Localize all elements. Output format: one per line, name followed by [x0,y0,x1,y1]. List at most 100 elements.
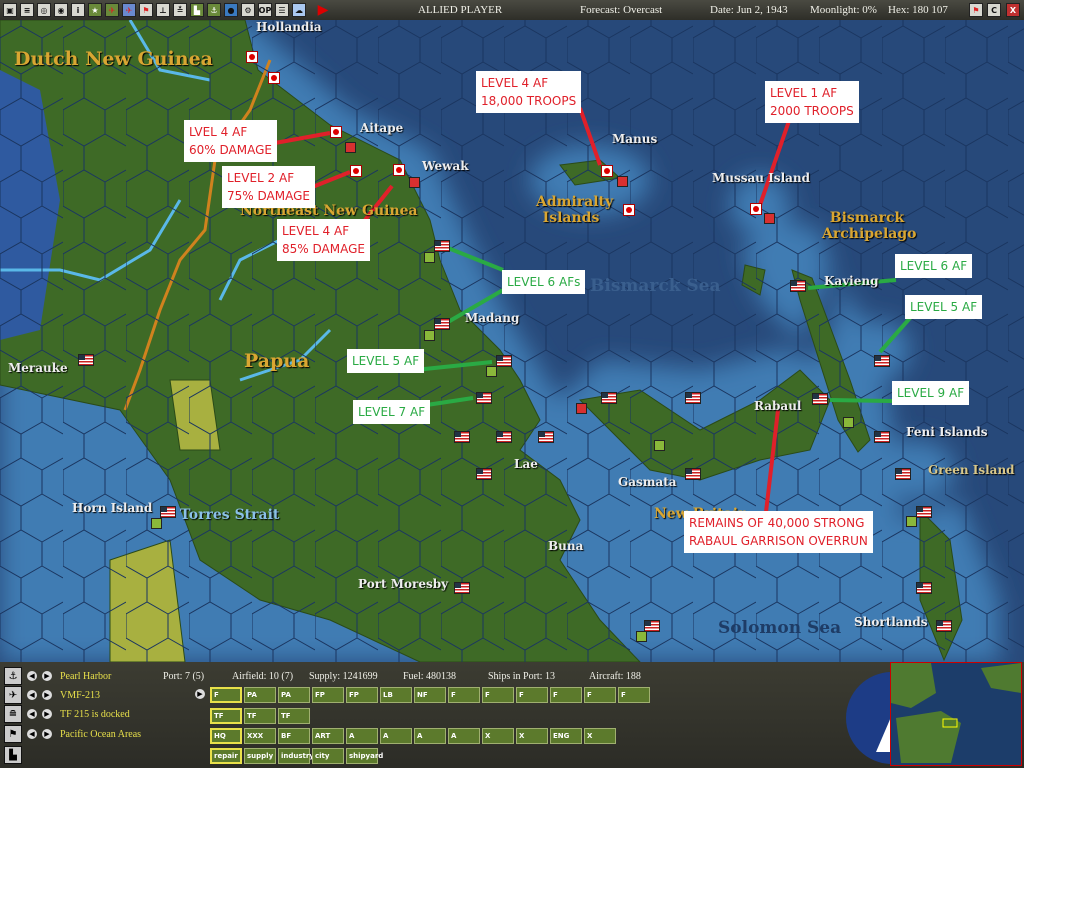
bomber-icon[interactable]: ✈ [122,3,136,17]
us-flag-icon[interactable] [916,506,932,518]
us-flag-icon[interactable] [685,468,701,480]
airgroup-button[interactable]: PA [278,687,310,703]
play-icon[interactable]: ▶ [316,2,330,18]
airgroup-button[interactable]: F [482,687,514,703]
c-button[interactable]: C [987,3,1001,17]
next-arrow[interactable]: ▶ [42,729,52,739]
base-name[interactable]: Pearl Harbor [60,671,111,682]
us-flag-icon[interactable] [874,431,890,443]
flag-icon[interactable]: ⚑ [969,3,983,17]
ground-unit-button[interactable]: A [448,728,480,744]
globe-icon[interactable]: ● [224,3,238,17]
airgroup-button[interactable]: F [448,687,480,703]
group-icon[interactable]: ◎ [37,3,51,17]
allied-unit-icon[interactable] [843,417,854,428]
map-view[interactable]: Dutch New Guinea Northeast New Guinea Pa… [0,20,1024,662]
flag-icon[interactable]: ⚑ [4,725,22,743]
next-arrow[interactable]: ▶ [42,671,52,681]
taskforce-button[interactable]: TF [244,708,276,724]
taskforce-button[interactable]: TF [278,708,310,724]
weather-icon[interactable]: ☁ [292,3,306,17]
us-flag-icon[interactable] [936,620,952,632]
flag-icon[interactable]: ⚑ [139,3,153,17]
us-flag-icon[interactable] [454,582,470,594]
enemy-unit-icon[interactable] [409,177,420,188]
us-flag-icon[interactable] [476,468,492,480]
us-flag-icon[interactable] [476,392,492,404]
airgroup-button[interactable]: LB [380,687,412,703]
japanese-base-icon[interactable] [350,165,362,177]
us-flag-icon[interactable] [434,240,450,252]
taskforce-status[interactable]: TF 215 is docked [60,709,130,720]
airgroup-button[interactable]: F [210,687,242,703]
us-flag-icon[interactable] [685,392,701,404]
japanese-base-icon[interactable] [601,165,613,177]
fighter-icon[interactable]: ✈ [105,3,119,17]
us-flag-icon[interactable] [895,468,911,480]
us-flag-icon[interactable] [874,355,890,367]
facility-button[interactable]: supply [244,748,276,764]
anchor-icon[interactable]: ⚓ [4,667,22,685]
ground-unit-button[interactable]: X [482,728,514,744]
facility-button[interactable]: repair [210,748,242,764]
airgroup-button[interactable]: F [618,687,650,703]
us-flag-icon[interactable] [538,431,554,443]
next-arrow[interactable]: ▶ [42,709,52,719]
taskforce-button[interactable]: TF [210,708,242,724]
us-flag-icon[interactable] [160,506,176,518]
enemy-unit-icon[interactable] [764,213,775,224]
airgroup-name[interactable]: VMF-213 [60,690,100,701]
ground-icon[interactable]: ⊥ [156,3,170,17]
japanese-base-icon[interactable] [246,51,258,63]
prev-arrow[interactable]: ◀ [27,709,37,719]
factory-icon[interactable]: ▙ [4,746,22,764]
japanese-base-icon[interactable] [268,72,280,84]
allied-unit-icon[interactable] [486,366,497,377]
japanese-base-icon[interactable] [330,126,342,138]
allied-unit-icon[interactable] [424,330,435,341]
allied-unit-icon[interactable] [906,516,917,527]
ground-unit-button[interactable]: BF [278,728,310,744]
port-icon[interactable]: ⚓ [207,3,221,17]
us-flag-icon[interactable] [812,393,828,405]
allied-unit-icon[interactable] [424,252,435,263]
lcu-icon[interactable]: ≛ [173,3,187,17]
us-flag-icon[interactable] [790,280,806,292]
airgroup-button[interactable]: NF [414,687,446,703]
us-flag-icon[interactable] [454,431,470,443]
ship-icon[interactable]: ◉ [54,3,68,17]
settings-icon[interactable]: ⚙ [241,3,255,17]
info-icon[interactable]: i [71,3,85,17]
minimap[interactable] [890,662,1022,766]
prev-arrow[interactable]: ◀ [27,690,37,700]
us-flag-icon[interactable] [601,392,617,404]
allied-unit-icon[interactable] [636,631,647,642]
us-flag-icon[interactable] [78,354,94,366]
enemy-unit-icon[interactable] [617,176,628,187]
japanese-base-icon[interactable] [750,203,762,215]
facility-button[interactable]: city [312,748,344,764]
airgroup-button[interactable]: FP [346,687,378,703]
allied-unit-icon[interactable] [151,518,162,529]
ground-unit-button[interactable]: A [414,728,446,744]
ship-icon[interactable]: ≘ [4,705,22,723]
airgroup-button[interactable]: PA [244,687,276,703]
prev-arrow[interactable]: ◀ [27,671,37,681]
star-icon[interactable]: ★ [88,3,102,17]
next-arrow[interactable]: ▶ [195,689,205,699]
ground-unit-button[interactable]: A [380,728,412,744]
enemy-unit-icon[interactable] [345,142,356,153]
facility-button[interactable]: shipyard [346,748,383,764]
list-icon[interactable]: ≡ [20,3,34,17]
ground-unit-button[interactable]: X [516,728,548,744]
facility-button[interactable]: industry [278,748,314,764]
ground-unit-button[interactable]: ENG [550,728,582,744]
close-button[interactable]: X [1006,3,1020,17]
ops-icon[interactable]: OP [258,3,272,17]
airgroup-button[interactable]: F [516,687,548,703]
japanese-base-icon[interactable] [393,164,405,176]
factory-icon[interactable]: ▙ [190,3,204,17]
plane-icon[interactable]: ✈ [4,686,22,704]
us-flag-icon[interactable] [496,355,512,367]
airgroup-button[interactable]: FP [312,687,344,703]
